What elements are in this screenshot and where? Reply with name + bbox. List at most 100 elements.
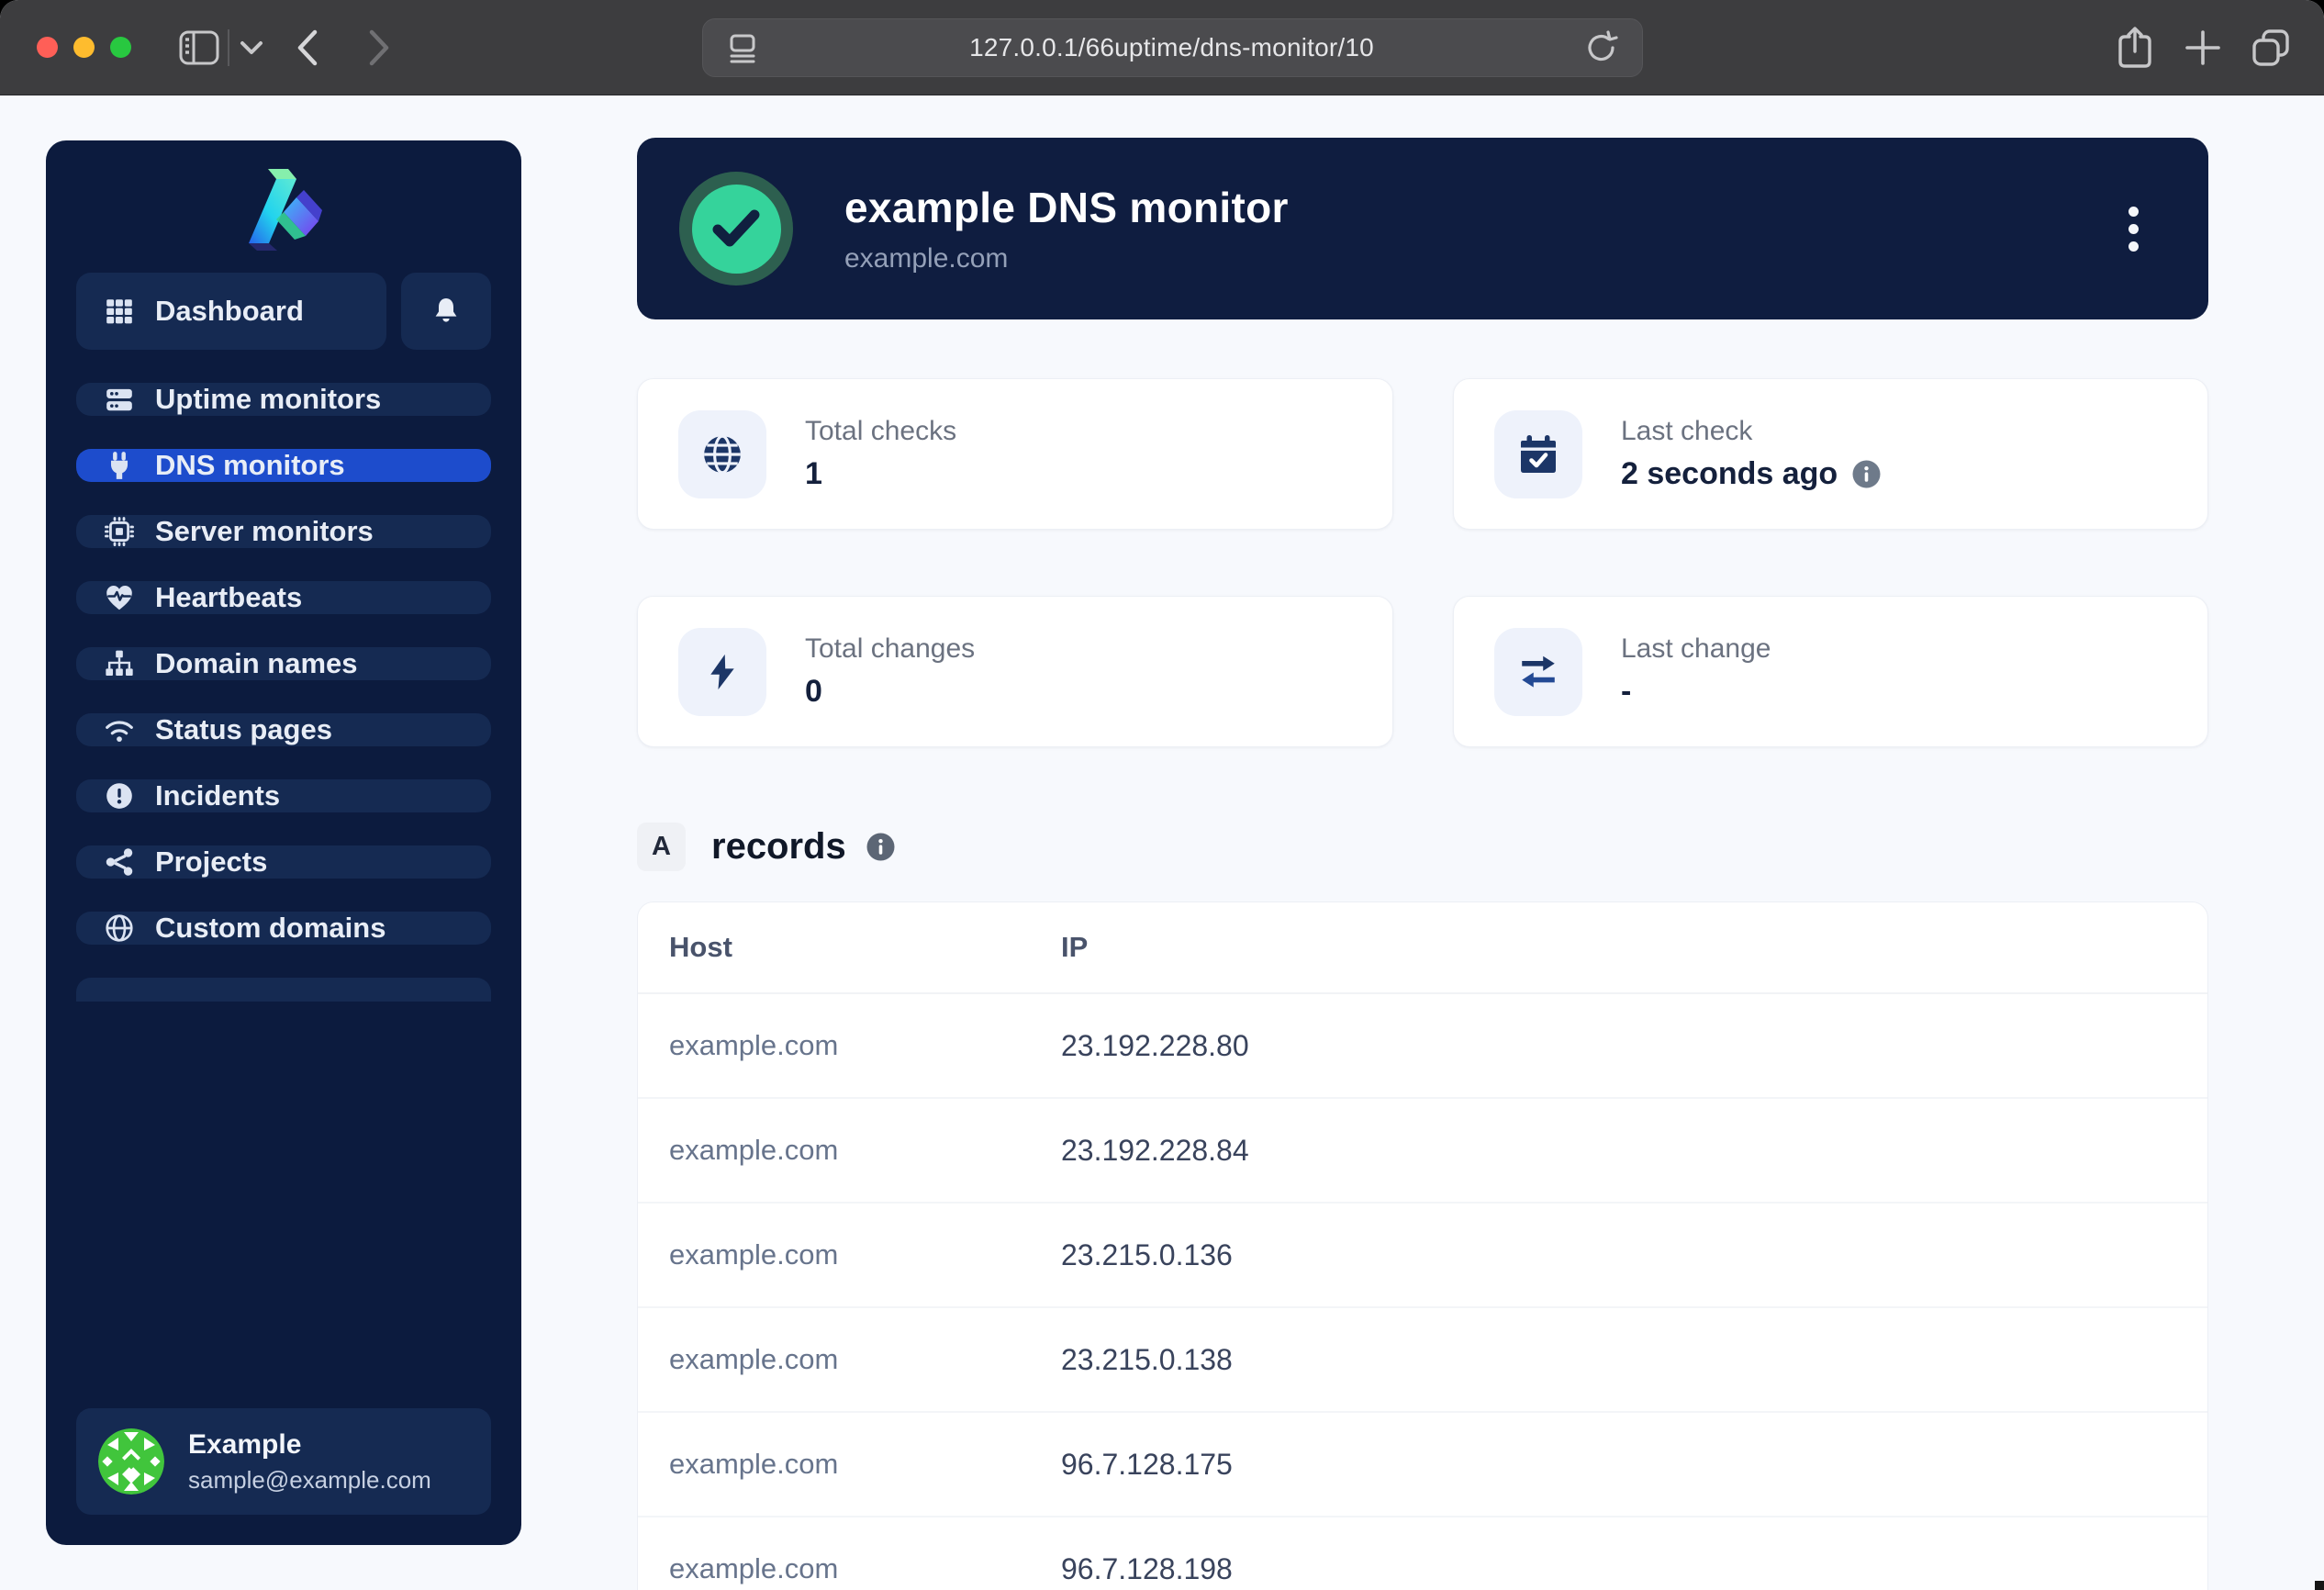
user-menu[interactable]: Example sample@example.com (76, 1408, 491, 1515)
stat-card-total-changes: Total changes 0 (637, 596, 1393, 747)
ip-cell: 96.7.128.198 (1061, 1552, 2207, 1586)
cpu-chip-icon (104, 516, 135, 547)
sidebar-item-uptime-monitors[interactable]: Uptime monitors (76, 383, 491, 416)
table-row: example.com 23.215.0.138 (638, 1308, 2207, 1413)
sidebar-item-status-pages[interactable]: Status pages (76, 713, 491, 746)
table-row: example.com 96.7.128.198 (638, 1517, 2207, 1590)
monitor-domain: example.com (844, 243, 1289, 274)
user-name: Example (188, 1429, 431, 1461)
user-email: sample@example.com (188, 1466, 431, 1495)
bolt-icon (678, 628, 766, 716)
stat-card-total-checks: Total checks 1 (637, 378, 1393, 530)
browser-toolbar: 127.0.0.1/66uptime/dns-monitor/10 (0, 0, 2324, 95)
bell-icon (431, 296, 461, 327)
sidebar-item-label: Custom domains (155, 912, 385, 945)
page-title: example DNS monitor (844, 183, 1289, 232)
kebab-menu-icon[interactable] (2119, 197, 2148, 261)
host-cell: example.com (638, 1029, 1061, 1062)
wifi-icon (104, 714, 135, 745)
tab-overview-icon[interactable] (2243, 0, 2298, 95)
traffic-lights (37, 37, 131, 58)
sitemap-icon (104, 648, 135, 679)
zoom-window-button[interactable] (110, 37, 131, 58)
sidebar-item-label: Domain names (155, 647, 358, 680)
sidebar-item-label: DNS monitors (155, 449, 345, 482)
stat-value: 1 (805, 456, 822, 492)
table-row: example.com 23.192.228.84 (638, 1099, 2207, 1204)
app-logo-icon (236, 164, 331, 251)
ip-cell: 23.215.0.136 (1061, 1238, 2207, 1272)
sidebar-item-label: Status pages (155, 713, 332, 746)
sidebar-nav: Dashboard Uptime monitors DNS moni (76, 273, 491, 945)
column-header-host: Host (638, 931, 1061, 964)
avatar (98, 1428, 164, 1495)
stat-value: 0 (805, 674, 822, 710)
sidebar: Dashboard Uptime monitors DNS moni (46, 140, 521, 1545)
page-settings-icon[interactable] (727, 30, 758, 65)
ip-cell: 23.215.0.138 (1061, 1343, 2207, 1377)
globe-icon (104, 913, 135, 944)
forward-button[interactable] (356, 0, 402, 95)
stat-label: Last change (1621, 633, 1771, 665)
sidebar-item-projects[interactable]: Projects (76, 845, 491, 879)
sidebar-item-label: Uptime monitors (155, 383, 381, 416)
new-tab-icon[interactable] (2175, 0, 2230, 95)
sidebar-item-server-monitors[interactable]: Server monitors (76, 515, 491, 548)
notifications-button[interactable] (401, 273, 491, 350)
exclamation-circle-icon (104, 780, 135, 812)
table-row: example.com 23.192.228.80 (638, 994, 2207, 1099)
records-section-header: A records (637, 823, 895, 871)
stat-card-last-check: Last check 2 seconds ago (1453, 378, 2208, 530)
globe-icon (678, 410, 766, 498)
stat-value: - (1621, 674, 1631, 710)
share-icon[interactable] (2107, 0, 2162, 95)
server-stack-icon (104, 384, 135, 415)
sidebar-item-label: Dashboard (155, 295, 304, 328)
minimize-window-button[interactable] (73, 37, 95, 58)
host-cell: example.com (638, 1343, 1061, 1376)
table-row: example.com 96.7.128.175 (638, 1413, 2207, 1517)
host-cell: example.com (638, 1448, 1061, 1481)
table-header-row: Host IP (638, 902, 2207, 994)
plug-icon (104, 450, 135, 481)
stat-value: 2 seconds ago (1621, 456, 1838, 492)
sidebar-item-label: Incidents (155, 779, 280, 812)
host-cell: example.com (638, 1238, 1061, 1271)
sidebar-item-heartbeats[interactable]: Heartbeats (76, 581, 491, 614)
heart-pulse-icon (104, 582, 135, 613)
sidebar-item-incidents[interactable]: Incidents (76, 779, 491, 812)
sidebar-item-domain-names[interactable]: Domain names (76, 647, 491, 680)
info-icon[interactable] (866, 833, 895, 861)
address-bar[interactable]: 127.0.0.1/66uptime/dns-monitor/10 (702, 18, 1643, 77)
ip-cell: 96.7.128.175 (1061, 1448, 2207, 1482)
url-text[interactable]: 127.0.0.1/66uptime/dns-monitor/10 (758, 33, 1585, 62)
record-type-badge: A (637, 823, 686, 871)
sidebar-item-custom-domains[interactable]: Custom domains (76, 912, 491, 945)
records-title: records (711, 826, 846, 868)
info-icon[interactable] (1852, 460, 1881, 488)
arrows-swap-icon (1494, 628, 1582, 716)
sidebar-item-dns-monitors[interactable]: DNS monitors (76, 449, 491, 482)
close-window-button[interactable] (37, 37, 58, 58)
calendar-check-icon (1494, 410, 1582, 498)
grid-icon (104, 296, 135, 327)
screen-corner-artifact (2315, 1581, 2324, 1590)
reload-icon[interactable] (1585, 30, 1618, 65)
sidebar-item-label: Projects (155, 845, 267, 879)
share-nodes-icon (104, 846, 135, 878)
monitor-header-card: example DNS monitor example.com (637, 138, 2208, 319)
table-row: example.com 23.215.0.136 (638, 1204, 2207, 1308)
sidebar-item-partial[interactable] (76, 978, 491, 1002)
sidebar-item-label: Server monitors (155, 515, 374, 548)
ip-cell: 23.192.228.80 (1061, 1029, 2207, 1063)
sidebar-toggle-icon[interactable] (174, 0, 224, 95)
sidebar-item-dashboard[interactable]: Dashboard (76, 273, 386, 350)
stat-label: Total changes (805, 633, 975, 665)
back-button[interactable] (285, 0, 330, 95)
sidebar-item-label: Heartbeats (155, 581, 302, 614)
ip-cell: 23.192.228.84 (1061, 1134, 2207, 1168)
stat-label: Last check (1621, 416, 1881, 447)
stat-label: Total checks (805, 416, 956, 447)
browser-window: 127.0.0.1/66uptime/dns-monitor/10 (0, 0, 2324, 1590)
chevron-down-icon[interactable] (233, 0, 270, 95)
